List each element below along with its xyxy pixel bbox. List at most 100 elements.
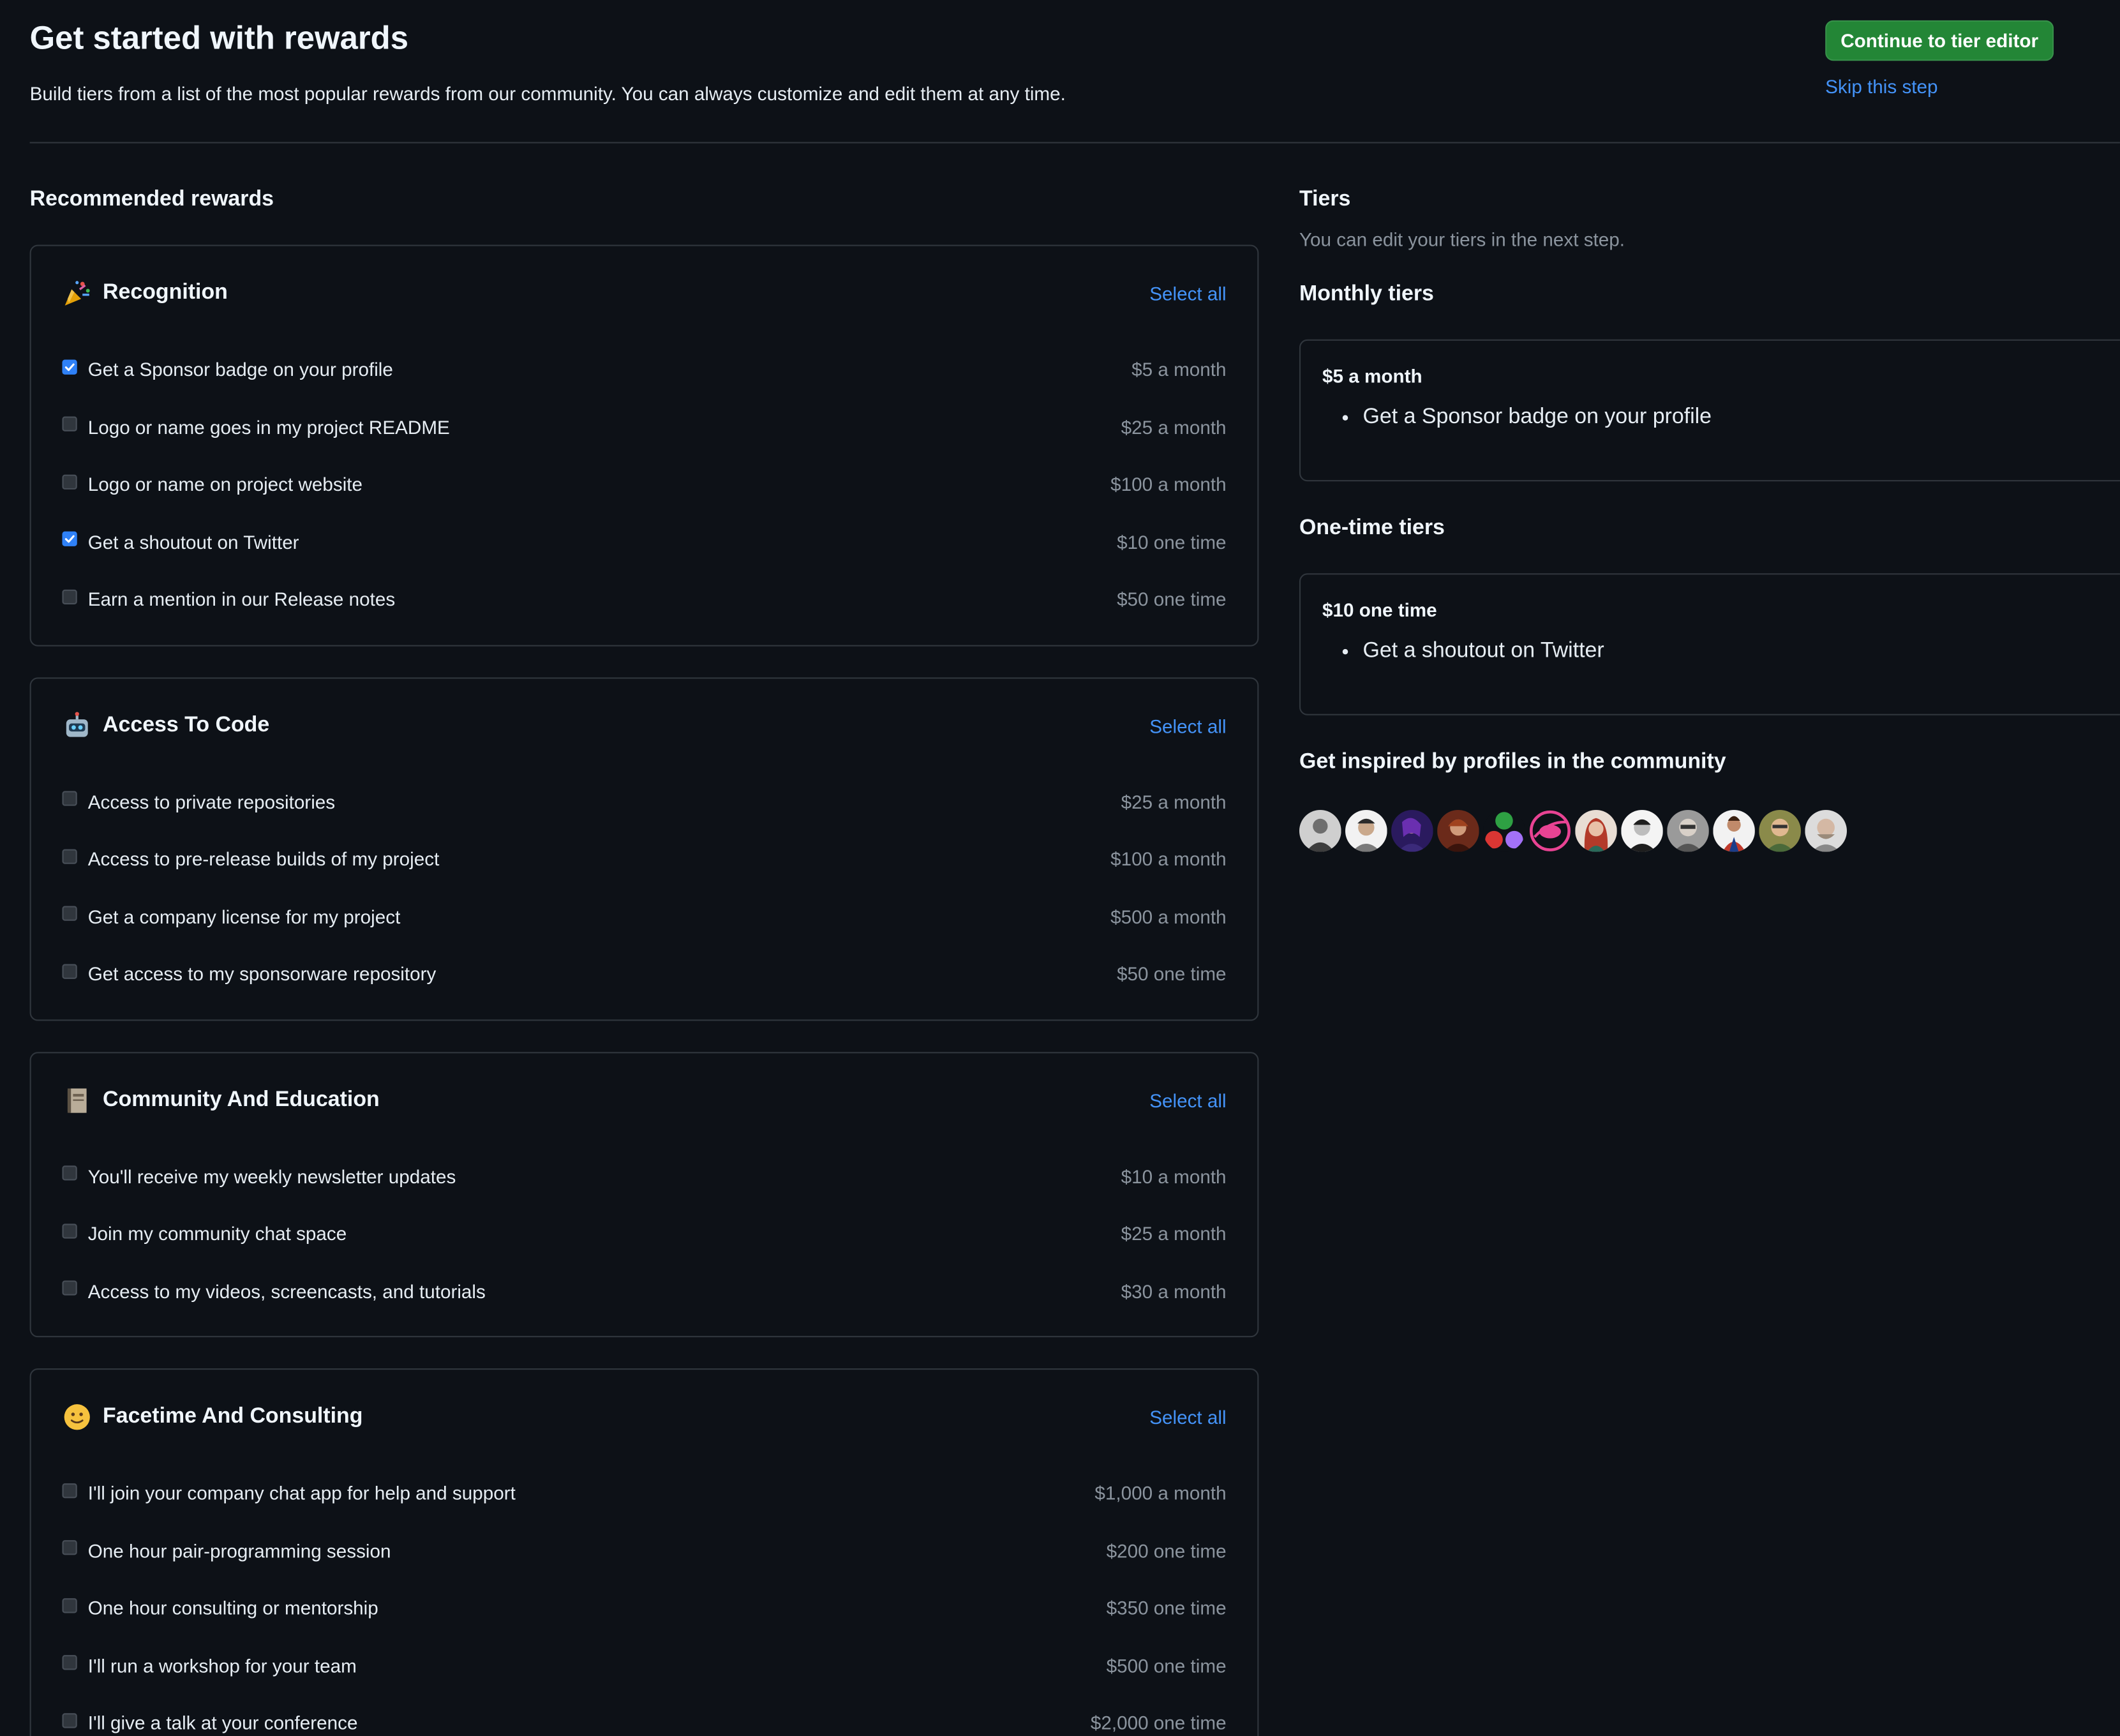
skip-this-step-link[interactable]: Skip this step [1825, 76, 1937, 98]
reward-label: Access to my videos, screencasts, and tu… [87, 1280, 486, 1302]
reward-label: Join my community chat space [87, 1222, 347, 1245]
reward-category-card: Community And Education Select all You'll … [29, 1051, 1259, 1338]
reward-category-card: Access To Code Select all Access to privat… [29, 677, 1259, 1021]
monthly-tiers-heading: Monthly tiers [1299, 282, 1434, 306]
page-title: Get started with rewards [29, 20, 408, 57]
reward-checkbox[interactable] [62, 359, 77, 375]
reward-checkbox[interactable] [62, 791, 77, 807]
reward-label: I'll run a workshop for your team [87, 1654, 357, 1677]
reward-checkbox[interactable] [62, 1540, 77, 1555]
reward-list: You'll receive my weekly newsletter upda… [62, 1148, 1227, 1336]
reward-row[interactable]: One hour pair-programming session $200 on… [62, 1522, 1227, 1579]
avatar[interactable] [1575, 810, 1617, 852]
tiers-column: Tiers You can edit your tiers in the nex… [1299, 184, 2120, 852]
reward-label: I'll give a talk at your conference [87, 1712, 358, 1734]
page-header: Get started with rewards Build tiers fro… [29, 19, 2120, 144]
avatar[interactable] [1621, 810, 1663, 852]
reward-row[interactable]: Get a shoutout on Twitter $10 one time [62, 513, 1227, 571]
reward-row[interactable]: I'll join your company chat app for help… [62, 1464, 1227, 1522]
reward-row[interactable]: One hour consulting or mentorship $350 on… [62, 1580, 1227, 1637]
tier-rewards-list: Get a shoutout on Twitter [1322, 640, 2114, 664]
avatar[interactable] [1299, 810, 1341, 852]
reward-price: $350 one time [1106, 1597, 1227, 1619]
reward-row[interactable]: Access to my videos, screencasts, and tu… [62, 1262, 1227, 1320]
avatar[interactable] [1483, 810, 1525, 852]
reward-row[interactable]: Get access to my sponsorware repository $… [62, 945, 1227, 1003]
tier-rewards-list: Get a Sponsor badge on your profile [1322, 406, 2114, 430]
reward-row[interactable]: Logo or name on project website $100 a mo… [62, 456, 1227, 513]
reward-label: Get a Sponsor badge on your profile [87, 358, 393, 380]
avatar[interactable] [1437, 810, 1479, 852]
category-header: Access To Code Select all [62, 678, 1227, 772]
reward-category-card: Facetime And Consulting Select all I'll jo… [29, 1368, 1259, 1736]
community-profiles-heading: Get inspired by profiles in the communit… [1299, 750, 1726, 774]
reward-categories: Recognition Select all Get a Sponsor badge… [29, 244, 1259, 1736]
select-all-facetime-and-consulting-button[interactable]: Select all [1149, 1406, 1226, 1428]
reward-price: $25 a month [1121, 790, 1227, 812]
avatar[interactable] [1713, 810, 1755, 852]
tier-price: $5 a month [1322, 365, 1422, 387]
monthly-tier-card[interactable]: $5 a month Get a Sponsor badge on your p… [1299, 339, 2120, 482]
select-all-community-and-education-button[interactable]: Select all [1149, 1089, 1226, 1111]
recommended-rewards-column: Recommended rewards Recognition Select al… [29, 184, 1259, 1736]
reward-price: $25 a month [1121, 415, 1227, 438]
tiers-note: You can edit your tiers in the next step… [1299, 228, 1625, 250]
reward-row[interactable]: Logo or name goes in my project README $2… [62, 398, 1227, 456]
reward-row[interactable]: Get a company license for my project $500… [62, 888, 1227, 945]
select-all-access-to-code-button[interactable]: Select all [1149, 715, 1226, 737]
category-title-facetime-and-consulting: Facetime And Consulting [62, 1402, 362, 1432]
reward-checkbox[interactable] [62, 848, 77, 864]
category-header: Community And Education Select all [62, 1052, 1227, 1147]
continue-to-tier-editor-button[interactable]: Continue to tier editor [1825, 20, 2054, 61]
avatar[interactable] [1759, 810, 1801, 852]
reward-checkbox[interactable] [62, 964, 77, 979]
avatar[interactable] [1529, 810, 1571, 852]
reward-checkbox[interactable] [62, 1223, 77, 1239]
category-title-text: Community And Education [103, 1088, 380, 1111]
tier-reward-item: Get a Sponsor badge on your profile [1363, 406, 2115, 430]
notebook-icon [62, 1085, 92, 1115]
reward-row[interactable]: Access to private repositories $25 a mont… [62, 773, 1227, 830]
tier-price: $10 one time [1322, 599, 1437, 621]
reward-row[interactable]: Join my community chat space $25 a month [62, 1205, 1227, 1262]
party-popper-icon [62, 278, 92, 308]
reward-price: $50 one time [1117, 588, 1227, 611]
avatar[interactable] [1391, 810, 1433, 852]
reward-checkbox[interactable] [62, 906, 77, 922]
reward-label: Logo or name goes in my project README [87, 415, 450, 438]
reward-price: $100 a month [1110, 848, 1227, 870]
avatar[interactable] [1345, 810, 1387, 852]
recommended-rewards-heading: Recommended rewards [29, 188, 274, 211]
reward-checkbox[interactable] [62, 1712, 77, 1728]
select-all-recognition-button[interactable]: Select all [1149, 283, 1226, 304]
reward-checkbox[interactable] [62, 1598, 77, 1613]
reward-label: You'll receive my weekly newsletter upda… [87, 1165, 456, 1187]
reward-row[interactable]: Access to pre-release builds of my proje… [62, 830, 1227, 888]
reward-list: Get a Sponsor badge on your profile $5 a … [62, 341, 1227, 645]
reward-price: $25 a month [1121, 1222, 1227, 1245]
reward-row[interactable]: I'll give a talk at your conference $2,00… [62, 1695, 1227, 1736]
reward-row[interactable]: You'll receive my weekly newsletter upda… [62, 1148, 1227, 1205]
one-time-tier-card[interactable]: $10 one time Get a shoutout on Twitter [1299, 573, 2120, 715]
reward-checkbox[interactable] [62, 1280, 77, 1296]
reward-list: I'll join your company chat app for help… [62, 1464, 1227, 1736]
reward-checkbox[interactable] [62, 474, 77, 490]
reward-label: Logo or name on project website [87, 474, 363, 495]
reward-label: I'll join your company chat app for help… [87, 1482, 516, 1504]
reward-checkbox[interactable] [62, 1165, 77, 1181]
reward-checkbox[interactable] [62, 417, 77, 432]
reward-checkbox[interactable] [62, 1655, 77, 1671]
page-subtitle: Build tiers from a list of the most popu… [29, 82, 1066, 105]
avatar[interactable] [1667, 810, 1709, 852]
reward-price: $10 one time [1117, 531, 1227, 553]
avatar[interactable] [1805, 810, 1848, 852]
reward-checkbox[interactable] [62, 532, 77, 547]
reward-row[interactable]: Earn a mention in our Release notes $50 o… [62, 571, 1227, 628]
reward-row[interactable]: I'll run a workshop for your team $500 on… [62, 1637, 1227, 1695]
smiley-face-icon [62, 1402, 92, 1432]
reward-row[interactable]: Get a Sponsor badge on your profile $5 a … [62, 341, 1227, 398]
reward-checkbox[interactable] [62, 589, 77, 604]
tier-reward-item: Get a shoutout on Twitter [1363, 640, 2115, 664]
reward-list: Access to private repositories $25 a mont… [62, 773, 1227, 1019]
reward-checkbox[interactable] [62, 1483, 77, 1498]
